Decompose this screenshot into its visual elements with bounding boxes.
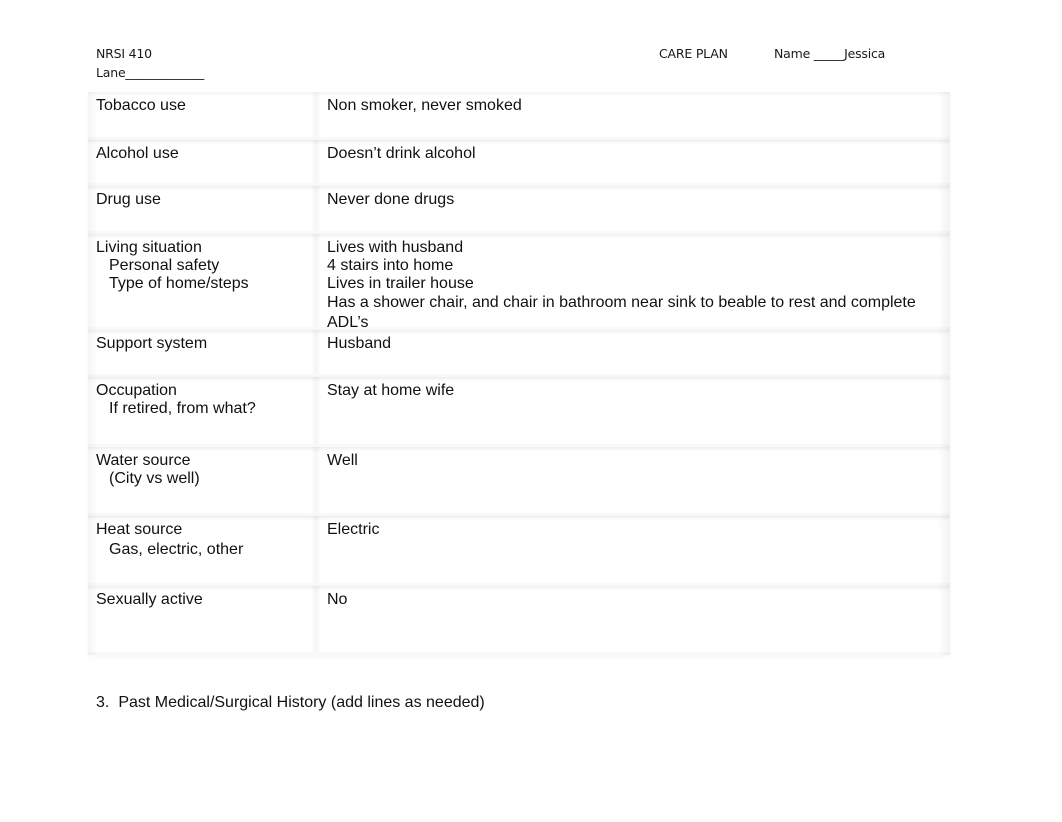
row-label: Water source (City vs well) (88, 447, 321, 513)
row-label: Sexually active (88, 586, 321, 652)
value-text: 4 stairs into home (327, 257, 454, 274)
student-lane-field: Lane_____________ (96, 65, 205, 80)
sublabel-text: Gas, electric, other (109, 541, 244, 558)
label-text: Occupation (96, 382, 177, 399)
table-row-sexually-active: Sexually active No (88, 586, 950, 655)
patient-name-field: Name _____Jessica (774, 46, 886, 61)
row-value[interactable]: Never done drugs (319, 186, 950, 231)
row-label: Occupation If retired, from what? (88, 377, 321, 444)
label-text: Alcohol use (96, 145, 179, 162)
row-value[interactable]: Lives with husband 4 stairs into home Li… (319, 234, 950, 331)
section-heading-past-medical-history: 3. Past Medical/Surgical History (add lin… (96, 694, 485, 712)
row-label: Alcohol use (88, 140, 321, 183)
social-history-table: Tobacco use Non smoker, never smoked Alc… (88, 92, 950, 655)
table-row-drug-use: Drug use Never done drugs (88, 186, 950, 234)
value-text: Has a shower chair, and chair in bathroo… (327, 294, 916, 331)
label-text: Water source (96, 452, 191, 469)
table-row-occupation: Occupation If retired, from what? Stay a… (88, 377, 950, 447)
value-text: Husband (327, 335, 392, 352)
value-text: No (327, 591, 348, 608)
label-text: Support system (96, 335, 208, 352)
sublabel-text: Type of home/steps (109, 275, 249, 292)
row-value[interactable]: Stay at home wife (319, 377, 950, 444)
value-text: Stay at home wife (327, 382, 455, 399)
table-row-alcohol-use: Alcohol use Doesn’t drink alcohol (88, 140, 950, 186)
value-text: Lives in trailer house (327, 275, 474, 292)
row-value[interactable]: Well (319, 447, 950, 513)
sublabel-text: (City vs well) (109, 470, 200, 487)
row-label: Drug use (88, 186, 321, 231)
sublabel-text: If retired, from what? (109, 400, 256, 417)
course-code: NRSI 410 (96, 46, 152, 61)
document-title: CARE PLAN (659, 46, 728, 61)
value-text: Non smoker, never smoked (327, 97, 522, 114)
row-label: Support system (88, 330, 321, 374)
value-text: Never done drugs (327, 191, 455, 208)
section-number: 3. (96, 694, 110, 711)
section-title: Past Medical/Surgical History (add lines… (118, 694, 485, 711)
label-text: Heat source (96, 521, 183, 538)
row-label: Heat source Gas, electric, other (88, 516, 321, 583)
table-row-living-situation: Living situation Personal safety Type of… (88, 234, 950, 331)
value-text: Doesn’t drink alcohol (327, 145, 476, 162)
label-text: Sexually active (96, 591, 203, 608)
row-label: Tobacco use (88, 92, 321, 137)
label-text: Drug use (96, 191, 161, 208)
row-value[interactable]: Non smoker, never smoked (319, 92, 950, 137)
sublabel-text: Personal safety (109, 257, 220, 274)
value-text: Well (327, 452, 358, 469)
value-text: Electric (327, 521, 380, 538)
row-label: Living situation Personal safety Type of… (88, 234, 321, 327)
table-row-tobacco-use: Tobacco use Non smoker, never smoked (88, 92, 950, 140)
label-text: Tobacco use (96, 97, 186, 114)
table-row-support-system: Support system Husband (88, 330, 950, 377)
row-value[interactable]: No (319, 586, 950, 652)
row-value[interactable]: Husband (319, 330, 950, 374)
table-row-water-source: Water source (City vs well) Well (88, 447, 950, 516)
row-value[interactable]: Doesn’t drink alcohol (319, 140, 950, 183)
value-text: Lives with husband (327, 239, 464, 256)
label-text: Living situation (96, 239, 202, 256)
table-row-heat-source: Heat source Gas, electric, other Electri… (88, 516, 950, 586)
row-value[interactable]: Electric (319, 516, 950, 583)
